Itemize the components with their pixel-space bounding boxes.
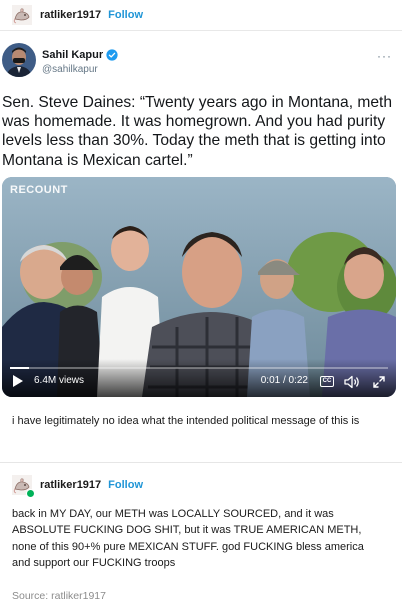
captions-icon[interactable]: CC (320, 376, 334, 387)
tweet-display-name[interactable]: Sahil Kapur (42, 49, 118, 61)
profile-photo-icon (2, 43, 36, 77)
video-watermark: RECOUNT (10, 184, 68, 196)
post-comment: i have legitimately no idea what the int… (12, 415, 360, 427)
reblog-text: back in MY DAY, our METH was LOCALLY SOU… (12, 508, 364, 569)
tweet-avatar[interactable] (2, 43, 36, 77)
reblog-follow-button[interactable]: Follow (108, 479, 143, 491)
reblog-username[interactable]: ratliker1917 (40, 479, 101, 491)
verified-badge-icon (106, 49, 118, 61)
more-options-icon[interactable]: ··· (377, 49, 392, 63)
tweet-handle[interactable]: @sahilkapur (42, 64, 98, 75)
post-username[interactable]: ratliker1917 (40, 9, 101, 21)
tweet-text: Sen. Steve Daines: “Twenty years ago in … (2, 94, 393, 169)
reblog-badge-icon (26, 489, 35, 498)
video-player[interactable]: RECOUNT 6.4M views 0:01 / 0:22 CC (2, 177, 396, 397)
post-header: ratliker1917 Follow (0, 0, 402, 30)
view-count: 6.4M views (34, 375, 85, 386)
tweet-card: Sahil Kapur @sahilkapur ··· Sen. Steve D… (0, 30, 402, 400)
volume-icon[interactable] (344, 375, 360, 389)
avatar[interactable] (12, 5, 32, 25)
follow-button[interactable]: Follow (108, 9, 143, 21)
reblog-header: ratliker1917 Follow (12, 475, 143, 498)
fullscreen-icon[interactable] (372, 375, 386, 389)
reblog-avatar[interactable] (12, 475, 35, 498)
video-progress-fill (10, 367, 29, 369)
video-time: 0:01 / 0:22 (260, 375, 308, 386)
tweet-header: Sahil Kapur @sahilkapur ··· (0, 43, 402, 79)
video-progress-bar[interactable] (10, 367, 388, 369)
post-source[interactable]: Source: ratliker1917 (12, 590, 106, 602)
video-controls: 6.4M views 0:01 / 0:22 CC (2, 359, 396, 397)
play-icon[interactable] (12, 374, 24, 388)
display-name-text: Sahil Kapur (42, 49, 104, 61)
reblog-divider (0, 462, 402, 463)
rat-avatar-icon (12, 5, 32, 25)
